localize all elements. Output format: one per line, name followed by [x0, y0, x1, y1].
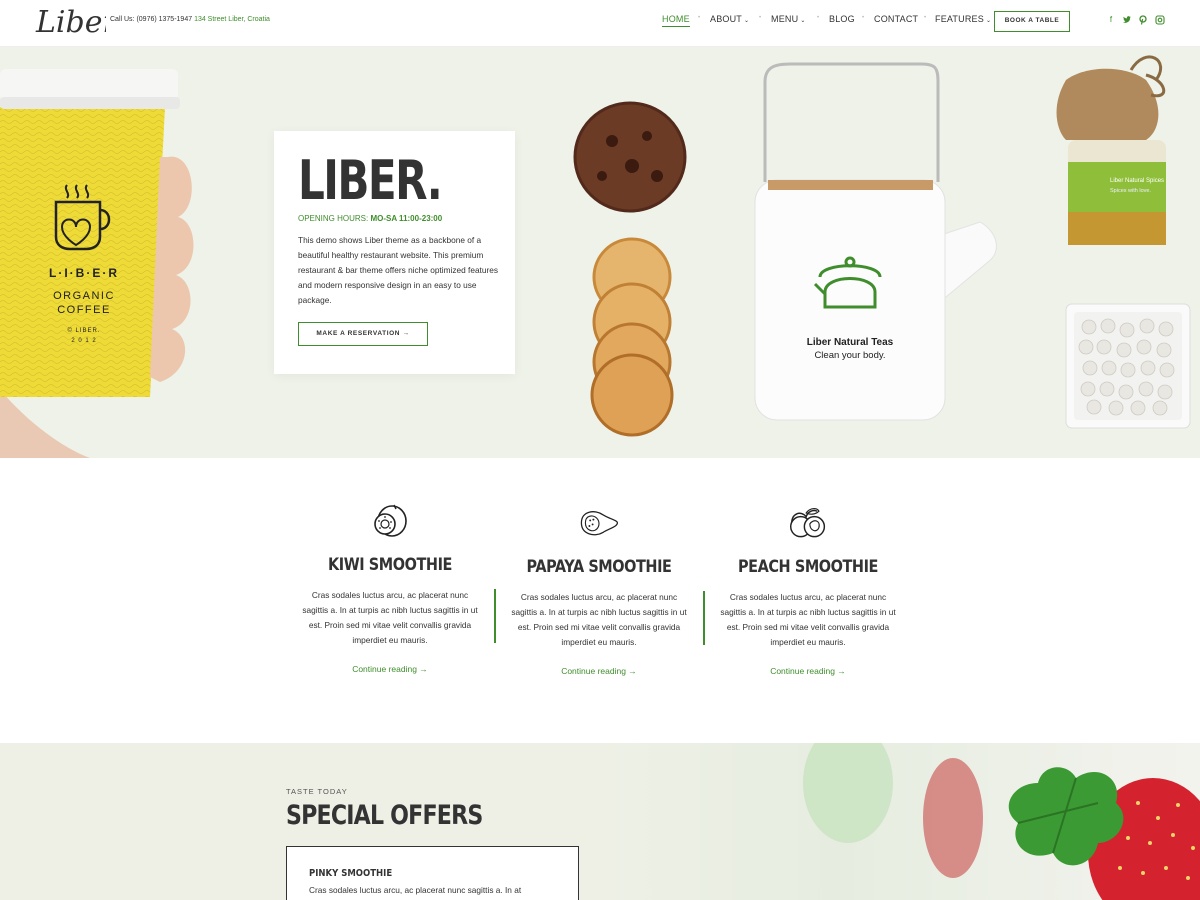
nav-menu-label: MENU: [771, 14, 799, 24]
cup-line2: COFFEE: [57, 304, 111, 316]
hero-section: L·I·B·E·R ORGANIC COFFEE © LIBER. 2 0 1 …: [0, 47, 1200, 458]
kiwi-icon: [374, 504, 407, 537]
continue-reading-link[interactable]: Continue reading →: [290, 664, 490, 674]
hero-title: LIBER.: [298, 149, 443, 212]
offers-kicker: TASTE TODAY: [286, 787, 348, 796]
offers-title: SPECIAL OFFERS: [286, 800, 483, 831]
teapot-name: Liber Natural Teas: [807, 337, 894, 348]
dried-citrus-image: [590, 237, 674, 437]
hours-value: MO-SA 11:00-23:00: [370, 214, 443, 223]
smoothies-section: KIWI SMOOTHIE Cras sodales luctus arcu, …: [0, 458, 1200, 743]
nav-about[interactable]: ABOUT ⌄: [710, 14, 749, 24]
smoothie-description: Cras sodales luctus arcu, ac placerat nu…: [720, 592, 896, 647]
header-contact: Call Us: (0976) 1375-1947 134 Street Lib…: [110, 16, 270, 23]
offer-card[interactable]: PINKY SMOOTHIE Cras sodales luctus arcu,…: [286, 846, 579, 900]
contact-phone: Call Us: (0976) 1375-1947: [110, 16, 193, 23]
hero-card: LIBER. OPENING HOURS: MO-SA 11:00-23:00 …: [274, 131, 515, 374]
contact-address[interactable]: 134 Street Liber, Croatia: [194, 16, 270, 23]
hero-description: This demo shows Liber theme as a backbon…: [298, 235, 499, 305]
liber-logo[interactable]: Liber.: [34, 2, 106, 44]
nav-separator: •: [862, 15, 865, 21]
nav-home[interactable]: HOME: [662, 14, 690, 27]
cookie-image: [573, 101, 687, 213]
book-table-button[interactable]: BOOK A TABLE: [994, 11, 1070, 32]
nav-blog[interactable]: BLOG: [829, 14, 855, 24]
coffee-cup-image: L·I·B·E·R ORGANIC COFFEE © LIBER. 2 0 1 …: [0, 69, 194, 458]
hours-label: OPENING HOURS:: [298, 214, 369, 223]
smoothie-title: PEACH SMOOTHIE: [738, 557, 878, 577]
jar-tagline: Spices with love.: [1110, 188, 1151, 194]
cup-line4: 2 0 1 2: [71, 338, 96, 344]
strawberry-illustration: [803, 743, 1200, 900]
continue-reading-link[interactable]: Continue reading →: [499, 666, 699, 676]
smoothie-description: Cras sodales luctus arcu, ac placerat nu…: [511, 592, 687, 647]
teapot-image: Liber Natural Teas Clean your body.: [754, 62, 997, 421]
strawberry-image: [598, 743, 1200, 900]
special-offers-section: TASTE TODAY SPECIAL OFFERS PINKY SMOOTHI…: [0, 743, 1200, 900]
nav-separator: •: [924, 15, 927, 21]
instagram-icon[interactable]: [1155, 15, 1165, 25]
site-header: Liber. Call Us: (0976) 1375-1947 134 Str…: [0, 0, 1200, 47]
nav-features[interactable]: FEATURES ⌄: [935, 14, 991, 24]
continue-reading-link[interactable]: Continue reading →: [708, 666, 908, 676]
nav-menu[interactable]: MENU ⌄: [771, 14, 806, 24]
chevron-down-icon: ⌄: [985, 18, 992, 24]
nav-about-label: ABOUT: [710, 14, 743, 24]
divider: [703, 591, 705, 645]
nav-separator: •: [759, 15, 762, 21]
cup-brand-text: L·I·B·E·R: [49, 266, 119, 280]
candy-bowl-image: [1065, 303, 1191, 429]
nav-contact[interactable]: CONTACT: [874, 14, 918, 24]
chevron-down-icon: ⌄: [744, 18, 750, 24]
offer-name: PINKY SMOOTHIE: [309, 868, 393, 879]
svg-text:Liber.: Liber.: [35, 5, 106, 40]
make-reservation-button[interactable]: MAKE A RESERVATION →: [298, 322, 428, 346]
smoothie-title: PAPAYA SMOOTHIE: [526, 557, 672, 577]
pinterest-icon[interactable]: [1138, 15, 1148, 25]
smoothie-description: Cras sodales luctus arcu, ac placerat nu…: [302, 590, 478, 645]
spice-jar-image: Liber Natural Spices Spices with love.: [1056, 55, 1166, 245]
nav-separator: •: [698, 15, 701, 21]
offer-description: Cras sodales luctus arcu, ac placerat nu…: [309, 885, 522, 895]
divider: [494, 589, 496, 643]
chevron-down-icon: ⌄: [800, 18, 806, 24]
nav-features-label: FEATURES: [935, 14, 984, 24]
jar-name: Liber Natural Spices: [1110, 178, 1164, 184]
cup-line3: © LIBER.: [67, 327, 100, 334]
smoothie-title: KIWI SMOOTHIE: [328, 555, 452, 575]
twitter-icon[interactable]: [1122, 15, 1132, 25]
nav-separator: •: [817, 15, 820, 21]
cup-line1: ORGANIC: [53, 290, 115, 302]
opening-hours: OPENING HOURS: MO-SA 11:00-23:00: [298, 214, 442, 223]
peach-icon: [790, 508, 826, 538]
papaya-icon: [580, 511, 619, 536]
facebook-icon[interactable]: f: [1106, 15, 1116, 25]
teapot-tagline: Clean your body.: [814, 350, 885, 361]
